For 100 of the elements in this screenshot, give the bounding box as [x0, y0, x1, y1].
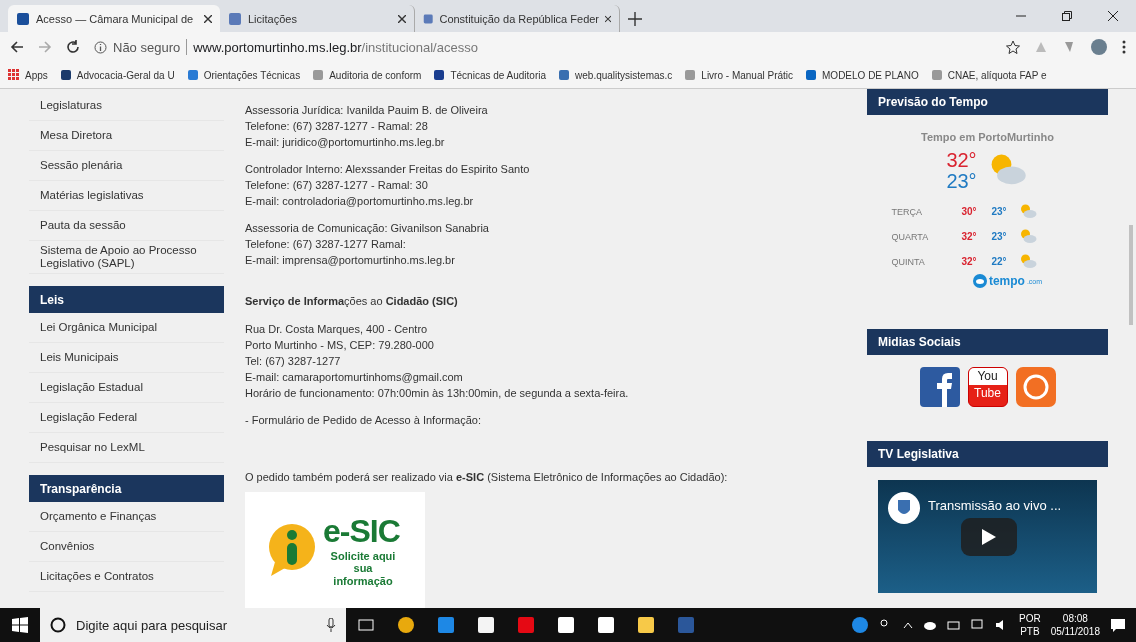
taskbar-app-icon: [636, 615, 656, 635]
cloud-bubble-icon: [972, 274, 987, 288]
close-icon: [204, 14, 212, 23]
bookmark[interactable]: MODELO DE PLANO: [805, 69, 919, 81]
play-button[interactable]: [961, 518, 1017, 556]
bookmark[interactable]: Técnicas de Auditoria: [433, 69, 547, 81]
taskbar-app-icon: [596, 615, 616, 635]
taskbar-search-field[interactable]: Digite aqui para pesquisar: [40, 608, 346, 642]
sidebar-item[interactable]: Pauta da sessão: [29, 211, 224, 241]
content-text: Assessoria de Comunicação: Givanilson Sanabria: [245, 221, 490, 236]
close-icon: [1108, 11, 1118, 21]
banner-title: e-SIC: [323, 513, 401, 551]
content-text: O pedido também poderá ser realizado via e-SIC (Sistema Eletrônico de Informações ao Cidadão):: [245, 470, 729, 485]
clock-time[interactable]: 08:08: [1062, 612, 1088, 625]
forward-arrow-icon: [38, 40, 52, 54]
page-icon: [16, 11, 30, 26]
profile-avatar-icon: [1090, 38, 1108, 56]
sidebar-section-header: Leis: [29, 286, 224, 314]
bookmark-icon: [186, 69, 199, 81]
star-icon: [1006, 40, 1020, 54]
taskbar-app-icon: [516, 615, 536, 635]
bookmark[interactable]: Auditoria de conform: [312, 69, 422, 81]
sidebar-item[interactable]: Legislação Federal: [29, 403, 224, 434]
sidebar-section-header: Transparência: [29, 475, 224, 503]
video-player[interactable]: Transmissão ao vivo ...: [878, 480, 1097, 593]
security-label: Não seguro: [113, 39, 181, 55]
clock-date[interactable]: 05/11/2018: [1050, 625, 1100, 638]
page-icon: [228, 11, 242, 26]
scrollbar-thumb[interactable]: [1129, 225, 1133, 325]
info-icon: [94, 40, 107, 54]
sidebar-item[interactable]: Mesa Diretora: [29, 121, 224, 151]
sidebar-item[interactable]: Lei Orgânica Municipal: [29, 313, 224, 344]
sidebar-item[interactable]: Sistema de Apoio ao Processo Legislativo (SAPL): [29, 241, 224, 275]
widget-header: Midias Sociais: [867, 329, 1108, 355]
esic-banner[interactable]: e-SIC Solicite aqui sua informação: [245, 492, 425, 608]
widget-header: TV Legislativa: [867, 441, 1108, 467]
language-indicator[interactable]: POR: [1019, 612, 1041, 625]
sidebar-item[interactable]: Legislaturas: [29, 91, 224, 121]
microphone-icon: [326, 618, 336, 632]
sidebar-item[interactable]: Orçamento e Finanças: [29, 502, 224, 533]
apps-grid-icon: [8, 69, 20, 81]
taskbar-app-icon: [676, 615, 696, 635]
content-text: Rua Dr. Costa Marques, 400 - Centro: [245, 322, 429, 337]
close-icon: [398, 14, 406, 23]
bookmark-icon: [433, 69, 446, 81]
forecast-high: 32°: [961, 231, 978, 242]
sidebar-item[interactable]: Sessão plenária: [29, 151, 224, 181]
reload-icon: [66, 40, 80, 54]
bookmark[interactable]: web.qualitysistemas.c: [558, 69, 673, 81]
windows-icon: [12, 617, 28, 633]
forecast-low: 23°: [991, 206, 1008, 217]
bookmark[interactable]: Advocacia-Geral da U: [59, 69, 175, 81]
forecast-high: 32°: [961, 256, 978, 267]
sidebar-item[interactable]: Matérias legislativas: [29, 181, 224, 211]
bookmark[interactable]: Livro - Manual Prátic: [684, 69, 794, 81]
menu-icon: [1122, 40, 1126, 54]
sidebar-item[interactable]: Licitações e Contratos: [29, 562, 224, 593]
content-text: Telefone: (67) 3287-1277 - Ramal: 28: [245, 119, 429, 134]
taskbar-app-icon: [556, 615, 576, 635]
forecast-low: 23°: [991, 231, 1008, 242]
help-icon: [851, 616, 869, 634]
video-title: Transmissão ao vivo ...: [928, 498, 1062, 513]
low-temperature: 23°: [946, 171, 977, 192]
content-text: E-mail: imprensa@portomurtinho.ms.leg.br: [245, 253, 456, 268]
bookmark[interactable]: CNAE, alíquota FAP e: [930, 69, 1047, 81]
bookmark-icon: [930, 69, 943, 81]
content-text: E-mail: juridico@portomurtinho.ms.leg.br: [245, 135, 446, 150]
youtube-icon[interactable]: You Tube: [967, 367, 1008, 407]
circle-icon: [50, 617, 66, 633]
keyboard-layout[interactable]: PTB: [1020, 625, 1040, 638]
notification-icon: [1110, 617, 1126, 633]
info-bubble-icon: [267, 522, 317, 578]
content-text: Controlador Interno: Alexssander Freitas do Espirito Santo: [245, 162, 531, 177]
content-text: - Formulário de Pedido de Acesso à Informação:: [245, 413, 482, 428]
browser-tab[interactable]: Acesso — Câmara Municipal de: [8, 5, 220, 32]
weather-location: Tempo em PortoMurtinho: [921, 131, 1054, 143]
taskbar-app-icon: [396, 615, 416, 635]
cloud-icon: [923, 620, 937, 630]
bookmark[interactable]: Apps: [8, 69, 48, 81]
restore-icon: [1062, 11, 1072, 21]
bookmark-icon: [805, 69, 818, 81]
taskbar-app-icon: [476, 615, 496, 635]
bookmark-icon: [684, 69, 697, 81]
sidebar-item[interactable]: Convênios: [29, 532, 224, 563]
chevron-up-icon: [903, 621, 913, 629]
sidebar-item[interactable]: Pesquisar no LexML: [29, 433, 224, 464]
bookmark-icon: [558, 69, 571, 81]
bookmark[interactable]: Orientações Técnicas: [186, 69, 301, 81]
soundcloud-icon: [1015, 367, 1056, 407]
forecast-day: QUARTA: [891, 231, 962, 242]
sidebar-item[interactable]: Leis Municipais: [29, 343, 224, 374]
facebook-icon: [919, 367, 960, 407]
content-text: Porto Murtinho - MS, CEP: 79.280-000: [245, 338, 435, 353]
forecast-day: TERÇA: [891, 206, 962, 217]
play-icon: [982, 529, 996, 545]
sidebar-item[interactable]: Legislação Estadual: [29, 373, 224, 404]
forecast-high: 30°: [961, 206, 978, 217]
bookmark-icon: [59, 69, 72, 81]
section-heading: Serviço de Informações ao Cidadão (SIC): [245, 295, 459, 307]
url-text: www.portomurtinho.ms.leg.br/institucional/acesso: [193, 39, 478, 55]
